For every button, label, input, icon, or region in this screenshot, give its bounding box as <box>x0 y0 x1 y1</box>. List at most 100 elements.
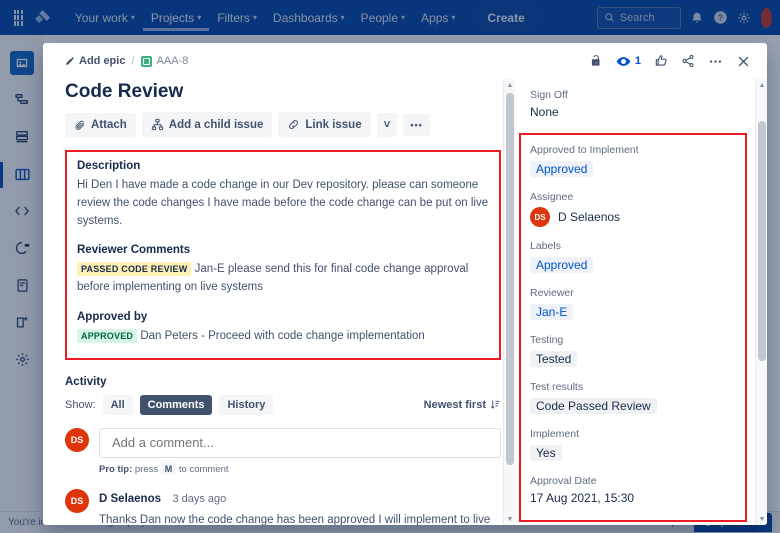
detail-value[interactable]: Approved <box>530 161 593 177</box>
avatar: DS <box>65 428 89 452</box>
detail-label: Approved to Implement <box>530 144 767 156</box>
reviewer-comments-text[interactable]: PASSED CODE REVIEW Jan-E please send thi… <box>77 261 489 297</box>
sort-label: Newest first <box>424 399 486 411</box>
content-scrollbar[interactable]: ▲ ▼ <box>503 79 515 525</box>
activity-filter-all[interactable]: All <box>103 395 133 415</box>
detail-value[interactable]: None <box>530 105 767 119</box>
activity-heading: Activity <box>65 376 501 388</box>
issue-action-buttons: Attach Add a child issue Link issue ˅ <box>65 112 501 137</box>
detail-label: Labels <box>530 240 767 252</box>
more-options-icon: ••• <box>410 120 422 130</box>
action-dropdown-button[interactable]: ˅ <box>377 113 398 137</box>
description-heading: Description <box>77 160 489 172</box>
detail-value-wrap: Jan-E <box>530 303 767 321</box>
description-annotation-box: Description Hi Den I have made a code ch… <box>65 150 501 360</box>
detail-value[interactable]: Yes <box>530 445 562 461</box>
description-text[interactable]: Hi Den I have made a code change in our … <box>77 177 489 230</box>
protip-mid: press <box>135 464 158 475</box>
detail-field-testing: Testing Tested <box>530 334 767 368</box>
modal-body: Code Review Attach Add a child issue Lin… <box>43 79 767 525</box>
details-scrollbar[interactable]: ▲ ▼ <box>755 79 767 525</box>
comment-text: Thanks Dan now the code change has been … <box>99 512 501 525</box>
detail-field-approval-date: Approval Date 17 Aug 2021, 15:30 <box>530 475 767 505</box>
share-icon[interactable] <box>681 54 695 68</box>
scrollbar-thumb[interactable] <box>758 121 766 361</box>
detail-field-approved-to-implement: Approved to Implement Approved <box>530 144 767 178</box>
link-issue-label: Link issue <box>305 119 361 131</box>
modal-header: Add epic / AAA-8 1 <box>43 43 767 79</box>
detail-value-wrap: Approved <box>530 256 767 274</box>
detail-value-wrap: Code Passed Review <box>530 397 767 415</box>
list-item: DS D Selaenos 3 days ago Thanks Dan now … <box>65 489 501 525</box>
add-comment-row: DS <box>65 428 501 458</box>
watch-eye-icon <box>616 54 631 69</box>
issue-key-label: AAA-8 <box>157 55 189 67</box>
add-epic-button[interactable]: Add epic <box>65 55 125 67</box>
approved-by-text[interactable]: APPROVED Dan Peters - Proceed with code … <box>77 328 489 346</box>
activity-filter-history[interactable]: History <box>219 395 273 415</box>
link-issue-button[interactable]: Link issue <box>278 112 370 137</box>
activity-filter-comments[interactable]: Comments <box>140 395 213 415</box>
link-icon <box>287 118 300 131</box>
detail-value[interactable]: Approved <box>530 257 593 273</box>
add-child-issue-label: Add a child issue <box>169 119 264 131</box>
scroll-up-arrow-icon[interactable]: ▲ <box>504 79 515 91</box>
show-label: Show: <box>65 399 96 411</box>
action-more-button[interactable]: ••• <box>403 114 429 136</box>
detail-field-sign-off: Sign Off None <box>530 89 767 119</box>
approved-by-body: Dan Peters - Proceed with code change im… <box>140 330 424 342</box>
approved-tag: APPROVED <box>77 329 137 343</box>
issue-details-column: Sign Off None Approved to Implement Appr… <box>515 79 767 525</box>
detail-label: Approval Date <box>530 475 767 487</box>
scroll-up-arrow-icon[interactable]: ▲ <box>756 79 767 91</box>
header-actions: 1 <box>589 54 751 69</box>
detail-field-labels: Labels Approved <box>530 240 767 274</box>
more-options-icon[interactable] <box>708 54 723 69</box>
comment-author[interactable]: D Selaenos <box>99 493 161 505</box>
activity-sort-control[interactable]: Newest first <box>424 399 501 411</box>
scrollbar-thumb[interactable] <box>506 93 514 465</box>
detail-value-wrap: Yes <box>530 444 767 462</box>
activity-section: Activity Show: All Comments History Newe… <box>65 376 501 525</box>
child-issue-icon <box>151 118 164 131</box>
paperclip-icon <box>74 119 86 131</box>
detail-value-wrap[interactable]: DS D Selaenos <box>530 207 767 227</box>
reviewer-comments-heading: Reviewer Comments <box>77 244 489 256</box>
add-child-issue-button[interactable]: Add a child issue <box>142 112 273 137</box>
breadcrumb-issue-key[interactable]: AAA-8 <box>141 55 189 67</box>
watch-count: 1 <box>635 55 641 67</box>
passed-code-review-tag: PASSED CODE REVIEW <box>77 262 191 276</box>
detail-value[interactable]: Jan-E <box>530 304 573 320</box>
breadcrumb: Add epic / AAA-8 <box>65 55 188 67</box>
protip-suffix: to comment <box>179 464 229 475</box>
add-epic-label: Add epic <box>79 55 125 67</box>
comment-input[interactable] <box>99 428 501 458</box>
attach-button[interactable]: Attach <box>65 113 136 137</box>
detail-label: Test results <box>530 381 767 393</box>
detail-field-reviewer: Reviewer Jan-E <box>530 287 767 321</box>
issue-detail-modal: Add epic / AAA-8 1 <box>43 43 767 525</box>
chevron-down-icon: ˅ <box>384 119 391 131</box>
detail-field-implement: Implement Yes <box>530 428 767 462</box>
attach-label: Attach <box>91 119 127 131</box>
watch-button[interactable]: 1 <box>616 54 641 69</box>
unlock-icon[interactable] <box>589 54 603 68</box>
breadcrumb-separator: / <box>131 55 134 67</box>
scroll-down-arrow-icon[interactable]: ▼ <box>756 513 767 525</box>
detail-value[interactable]: 17 Aug 2021, 15:30 <box>530 491 767 505</box>
detail-field-test-results: Test results Code Passed Review <box>530 381 767 415</box>
detail-label: Reviewer <box>530 287 767 299</box>
close-icon[interactable] <box>736 54 751 69</box>
detail-field-assignee: Assignee DS D Selaenos <box>530 191 767 227</box>
thumbs-up-icon[interactable] <box>654 54 668 68</box>
page-title: Code Review <box>65 81 501 103</box>
issue-content-column: Code Review Attach Add a child issue Lin… <box>43 79 515 525</box>
protip-key: M <box>161 463 177 475</box>
protip-prefix: Pro tip: <box>99 464 132 475</box>
detail-value[interactable]: Code Passed Review <box>530 398 657 414</box>
detail-value[interactable]: Tested <box>530 351 577 367</box>
detail-label: Sign Off <box>530 89 767 101</box>
sort-descending-icon <box>490 399 501 410</box>
scroll-down-arrow-icon[interactable]: ▼ <box>504 513 515 525</box>
detail-value: D Selaenos <box>558 210 620 224</box>
